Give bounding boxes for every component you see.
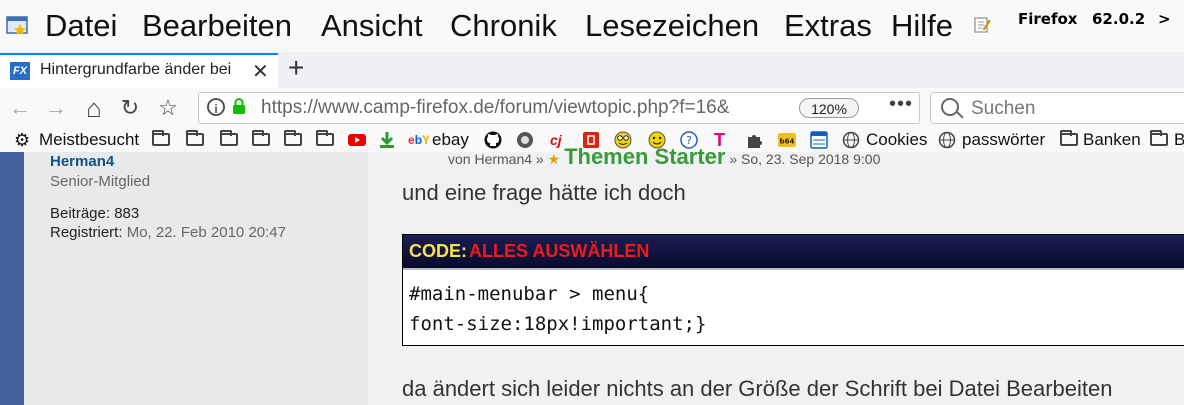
menu-bearbeiten[interactable]: Bearbeiten — [142, 4, 292, 48]
bookmark-next[interactable]: B — [1174, 128, 1184, 152]
post-text-line: und eine frage hätte ich doch — [402, 180, 686, 205]
page-actions-icon[interactable]: ••• — [889, 93, 913, 116]
lock-icon[interactable] — [232, 97, 246, 115]
posts-value[interactable]: 883 — [114, 205, 139, 222]
code-header: CODE: ALLES AUSWÄHLEN — [403, 235, 1184, 270]
globe-icon[interactable] — [938, 131, 956, 149]
post-text-line: da ändert sich leider nichts an der Größ… — [402, 376, 1113, 401]
post-header-author[interactable]: von Herman4 » — [448, 151, 544, 167]
code-line: font-size:18px!important;} — [409, 313, 707, 335]
menu-hilfe[interactable]: Hilfe — [891, 4, 953, 48]
bookmark-passwords[interactable]: passwörter — [962, 128, 1045, 152]
gear-icon[interactable]: ⚙ — [14, 128, 30, 152]
url-bar[interactable]: i https://www.camp-firefox.de/forum/view… — [198, 92, 920, 124]
author-name[interactable]: Herman4 — [50, 153, 114, 170]
posts-label: Beiträge: — [50, 205, 111, 222]
home-icon[interactable]: ⌂ — [80, 94, 108, 122]
author-rank: Senior-Mitglied — [50, 173, 151, 190]
code-label: CODE: — [409, 241, 467, 261]
bookmark-star-icon[interactable]: ☆ — [154, 94, 182, 122]
menu-ansicht[interactable]: Ansicht — [321, 4, 423, 48]
bookmark-banks[interactable]: Banken — [1083, 128, 1141, 152]
search-placeholder: Suchen — [971, 98, 1036, 119]
menu-extras[interactable]: Extras — [784, 4, 872, 48]
forward-icon[interactable]: → — [42, 94, 70, 122]
bookmark-folder-icon[interactable] — [284, 130, 302, 146]
app-window-icon — [6, 16, 28, 35]
bookmark-folder-icon[interactable] — [316, 130, 334, 146]
bookmark-folder-icon[interactable] — [1150, 130, 1168, 146]
browser-name: Firefox — [1018, 10, 1078, 28]
download-icon[interactable] — [378, 131, 396, 149]
new-tab-button[interactable]: + — [288, 53, 304, 83]
registered-value: Mo, 22. Feb 2010 20:47 — [126, 224, 286, 241]
search-icon — [941, 98, 959, 116]
url-host: https://www.camp-firefox.de — [261, 97, 495, 118]
menu-chronik[interactable]: Chronik — [450, 4, 557, 48]
code-header-divider — [403, 268, 1184, 270]
menu-datei[interactable]: Datei — [45, 4, 117, 48]
search-bar[interactable]: Suchen — [930, 92, 1184, 124]
tab-close-icon[interactable]: ✕ — [252, 59, 269, 84]
code-line: #main-menubar > menu{ — [409, 283, 650, 305]
star-icon: ★ — [547, 151, 561, 167]
tab-active[interactable]: FX Hintergrundfarbe änder bei ✕ — [0, 53, 278, 88]
code-box: CODE: ALLES AUSWÄHLEN #main-menubar > me… — [402, 234, 1184, 346]
camp-firefox-favicon-icon: FX — [10, 62, 30, 80]
topic-starter-label: Themen Starter — [564, 144, 726, 169]
author-posts: Beiträge: 883 — [50, 205, 139, 222]
zoom-indicator[interactable]: 120% — [799, 98, 859, 118]
forum-left-border — [0, 152, 24, 405]
menubar-overflow-icon[interactable]: > — [1158, 10, 1171, 28]
reload-icon[interactable]: ↻ — [116, 94, 144, 122]
bookmark-folder-icon[interactable] — [1060, 130, 1078, 146]
back-icon[interactable]: ← — [6, 94, 34, 122]
post-date: » So, 23. Sep 2018 9:00 — [729, 151, 881, 167]
bookmark-folder-icon[interactable] — [252, 130, 270, 146]
author-registered: Registriert: Mo, 22. Feb 2010 20:47 — [50, 224, 286, 241]
menu-lesezeichen[interactable]: Lesezeichen — [585, 4, 759, 48]
select-all-link[interactable]: ALLES AUSWÄHLEN — [469, 241, 649, 262]
browser-version: 62.0.2 — [1092, 10, 1146, 28]
navigation-bar: ← → ⌂ ↻ ☆ i https://www.camp-firefox.de/… — [0, 88, 1184, 128]
bookmark-most-visited[interactable]: Meistbesucht — [39, 128, 139, 152]
url-text[interactable]: https://www.camp-firefox.de/forum/viewto… — [261, 97, 775, 119]
post-body: von Herman4 » ★ Themen Starter » So, 23.… — [368, 144, 1184, 405]
registered-label: Registriert: — [50, 224, 123, 241]
tab-title: Hintergrundfarbe änder bei — [40, 61, 232, 78]
bookmark-folder-icon[interactable] — [220, 130, 238, 146]
post-author-profile: Herman4 Senior-Mitglied Beiträge: 883 Re… — [24, 152, 368, 405]
post-header: von Herman4 » ★ Themen Starter » So, 23.… — [448, 144, 880, 170]
ebay-logo-icon[interactable]: ebY — [408, 128, 430, 152]
tab-strip: FX Hintergrundfarbe änder bei ✕ + — [0, 52, 1184, 88]
notepad-icon[interactable] — [973, 16, 991, 34]
bookmark-folder-icon[interactable] — [186, 130, 204, 146]
menu-bar: Datei Bearbeiten Ansicht Chronik Lesezei… — [0, 0, 1184, 52]
youtube-icon[interactable] — [348, 131, 366, 149]
site-info-icon[interactable]: i — [207, 98, 225, 116]
bookmark-folder-icon[interactable] — [152, 130, 170, 146]
url-path: /forum/viewtopic.php?f=16& — [494, 97, 730, 118]
page-content: Herman4 Senior-Mitglied Beiträge: 883 Re… — [0, 144, 1184, 405]
